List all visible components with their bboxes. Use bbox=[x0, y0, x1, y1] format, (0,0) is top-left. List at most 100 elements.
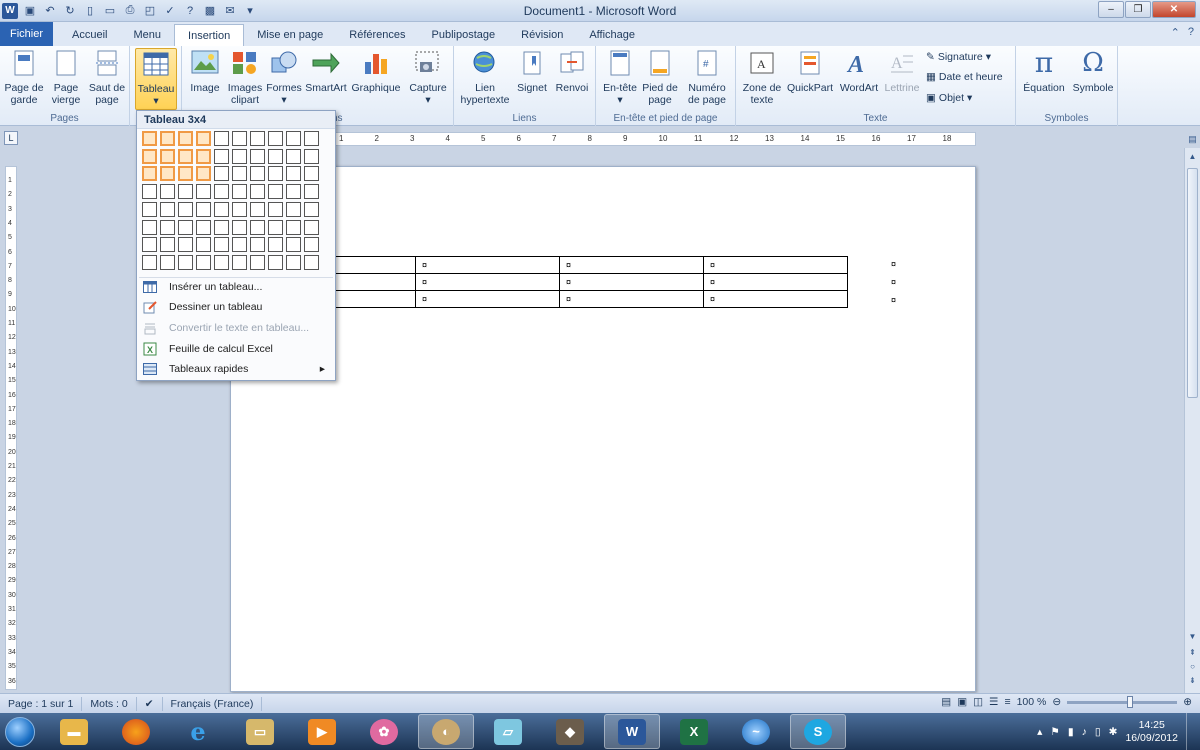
grid-cell[interactable] bbox=[178, 166, 193, 182]
taskbar-media[interactable]: ▶ bbox=[294, 714, 350, 749]
browse-object-icon[interactable]: ○ bbox=[1186, 660, 1199, 673]
spelling-icon[interactable]: ✓ bbox=[162, 3, 178, 19]
grid-cell[interactable] bbox=[232, 166, 247, 182]
previous-page-icon[interactable]: ⇞ bbox=[1186, 646, 1199, 659]
vertical-ruler[interactable]: 1 2 3 4 5 6 7 8 9 10 11 12 13 14 15 16 17 18 19 20 21 22 23 24 2… bbox=[5, 166, 17, 690]
grid-cell[interactable] bbox=[286, 237, 301, 253]
grid-cell[interactable] bbox=[268, 184, 283, 200]
grid-cell[interactable] bbox=[268, 201, 283, 217]
formes-button[interactable]: Formes ▾ bbox=[266, 48, 302, 106]
grid-cell[interactable] bbox=[214, 148, 229, 164]
grid-cell[interactable] bbox=[304, 219, 319, 235]
lien-hypertexte-button[interactable]: Lien hypertexte bbox=[458, 48, 512, 106]
lettrine-button[interactable]: A Lettrine bbox=[882, 48, 922, 94]
grid-cell[interactable] bbox=[214, 237, 229, 253]
grid-cell[interactable] bbox=[178, 219, 193, 235]
feuille-excel-item[interactable]: X Feuille de calcul Excel bbox=[139, 339, 333, 359]
grid-cell[interactable] bbox=[160, 219, 175, 235]
grid-cell[interactable] bbox=[304, 254, 319, 270]
tableaux-rapides-item[interactable]: Tableaux rapides ▸ bbox=[139, 359, 333, 379]
language[interactable]: Français (France) bbox=[163, 696, 263, 711]
en-tete-button[interactable]: En-tête ▾ bbox=[600, 48, 640, 106]
grid-cell[interactable] bbox=[160, 166, 175, 182]
grid-cell[interactable] bbox=[160, 237, 175, 253]
dessiner-tableau-item[interactable]: Dessiner un tableau bbox=[139, 297, 333, 317]
zoom-level[interactable]: 100 % bbox=[1017, 696, 1047, 708]
grid-cell[interactable] bbox=[160, 184, 175, 200]
grid-cell[interactable] bbox=[214, 184, 229, 200]
taskbar-app6[interactable]: ✿ bbox=[356, 714, 412, 749]
grid-cell[interactable] bbox=[250, 184, 265, 200]
images-clipart-button[interactable]: Images clipart bbox=[226, 48, 264, 106]
maximize-button[interactable]: ❐ bbox=[1125, 1, 1151, 18]
taskbar-explorer[interactable]: ▬ bbox=[46, 714, 102, 749]
taskbar-excel[interactable]: X bbox=[666, 714, 722, 749]
objet-button[interactable]: ▣ Objet ▾ bbox=[926, 92, 972, 104]
tab-affichage[interactable]: Affichage bbox=[576, 24, 648, 46]
grid-cell[interactable] bbox=[286, 201, 301, 217]
table-cell[interactable]: ¤ bbox=[703, 256, 848, 274]
grid-cell[interactable] bbox=[250, 254, 265, 270]
taskbar-app8[interactable]: ▱ bbox=[480, 714, 536, 749]
zoom-thumb[interactable] bbox=[1127, 695, 1134, 708]
grid-cell[interactable] bbox=[232, 237, 247, 253]
scroll-thumb[interactable] bbox=[1187, 168, 1198, 398]
save-icon[interactable]: ▣ bbox=[22, 3, 38, 19]
zoom-out-icon[interactable]: ⊖ bbox=[1052, 696, 1061, 708]
grid-cell[interactable] bbox=[286, 254, 301, 270]
customize-qat-icon[interactable]: ▾ bbox=[242, 3, 258, 19]
tableau-button[interactable]: Tableau ▾ bbox=[135, 48, 177, 110]
grid-cell[interactable] bbox=[250, 237, 265, 253]
wordart-button[interactable]: A WordArt bbox=[836, 48, 882, 94]
next-page-icon[interactable]: ⇟ bbox=[1186, 674, 1199, 687]
grid-cell[interactable] bbox=[268, 148, 283, 164]
grid-cell[interactable] bbox=[142, 184, 157, 200]
grid-cell[interactable] bbox=[160, 201, 175, 217]
capture-button[interactable]: Capture ▾ bbox=[406, 48, 450, 106]
table-cell[interactable]: ¤ bbox=[703, 273, 848, 291]
table-cell[interactable]: ¤ bbox=[415, 273, 560, 291]
renvoi-button[interactable]: Renvoi bbox=[552, 48, 592, 94]
zone-de-texte-button[interactable]: A Zone de texte bbox=[740, 48, 784, 106]
saut-de-page-button[interactable]: Saut de page bbox=[86, 48, 128, 106]
grid-cell[interactable] bbox=[304, 148, 319, 164]
grid-cell[interactable] bbox=[232, 131, 247, 146]
grid-cell[interactable] bbox=[214, 219, 229, 235]
grid-cell[interactable] bbox=[196, 148, 211, 164]
symbole-button[interactable]: Ω Symbole bbox=[1070, 48, 1116, 94]
grid-cell[interactable] bbox=[178, 184, 193, 200]
taskbar-app12[interactable]: ~ bbox=[728, 714, 784, 749]
grid-cell[interactable] bbox=[304, 201, 319, 217]
grid-cell[interactable] bbox=[304, 237, 319, 253]
print-layout-icon[interactable]: ▤ bbox=[941, 696, 951, 708]
table-cell[interactable]: ¤ bbox=[559, 290, 704, 308]
grid-cell[interactable] bbox=[268, 166, 283, 182]
table-cell[interactable]: ¤ bbox=[559, 256, 704, 274]
grid-cell[interactable] bbox=[142, 148, 157, 164]
print-preview-icon[interactable]: ◰ bbox=[142, 3, 158, 19]
scroll-down-icon[interactable]: ▼ bbox=[1186, 630, 1199, 643]
draft-icon[interactable]: ≡ bbox=[1004, 696, 1010, 708]
grid-cell[interactable] bbox=[214, 131, 229, 146]
help-icon[interactable]: ? bbox=[182, 3, 198, 19]
outline-icon[interactable]: ☰ bbox=[989, 696, 998, 708]
tab-publipostage[interactable]: Publipostage bbox=[419, 24, 509, 46]
inserer-tableau-item[interactable]: Insérer un tableau... bbox=[139, 277, 333, 297]
grid-cell[interactable] bbox=[286, 148, 301, 164]
network-icon[interactable]: ▮ bbox=[1068, 726, 1074, 738]
volume-icon[interactable]: ♪ bbox=[1082, 726, 1087, 738]
date-et-heure-button[interactable]: ▦ Date et heure bbox=[926, 71, 1003, 83]
scroll-up-icon[interactable]: ▲ bbox=[1186, 150, 1199, 163]
undo-icon[interactable]: ↶ bbox=[42, 3, 58, 19]
start-button[interactable] bbox=[0, 713, 40, 750]
close-button[interactable]: ✕ bbox=[1152, 1, 1196, 18]
grid-cell[interactable] bbox=[232, 254, 247, 270]
new-document-icon[interactable]: ▯ bbox=[82, 3, 98, 19]
grid-cell[interactable] bbox=[304, 184, 319, 200]
zoom-slider[interactable] bbox=[1067, 695, 1178, 708]
numero-de-page-button[interactable]: # Numéro de page bbox=[682, 48, 732, 106]
quickpart-button[interactable]: QuickPart bbox=[786, 48, 834, 94]
word-app-icon[interactable]: W bbox=[2, 2, 18, 19]
grid-cell[interactable] bbox=[304, 166, 319, 182]
taskbar-paint[interactable]: ◐ bbox=[418, 714, 474, 749]
